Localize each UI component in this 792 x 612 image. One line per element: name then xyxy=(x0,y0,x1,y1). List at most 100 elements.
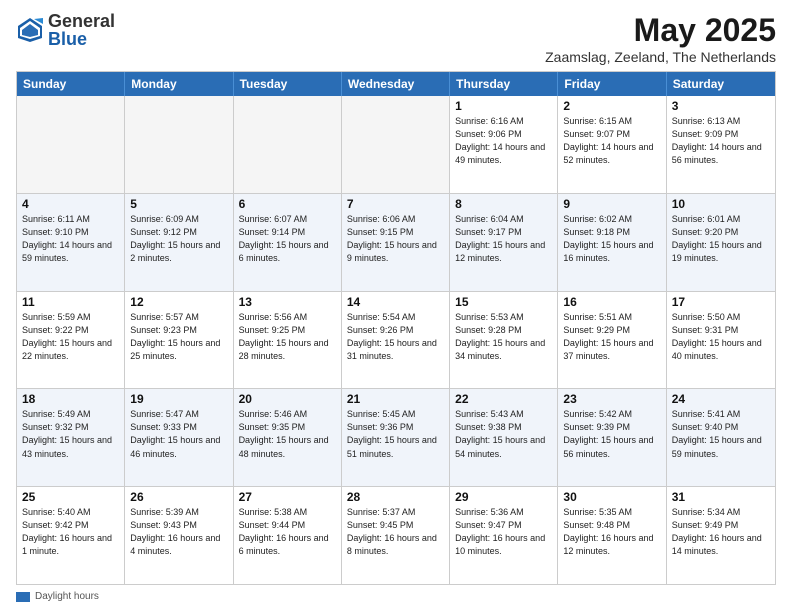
calendar-cell: 17 Sunrise: 5:50 AM Sunset: 9:31 PM Dayli… xyxy=(667,292,775,389)
cell-info: Sunrise: 5:40 AM Sunset: 9:42 PM Dayligh… xyxy=(22,506,119,558)
day-number: 10 xyxy=(672,197,770,211)
calendar-cell xyxy=(17,96,125,193)
day-number: 29 xyxy=(455,490,552,504)
calendar-cell: 18Sunrise: 5:49 AM Sunset: 9:32 PM Dayli… xyxy=(17,389,125,486)
cell-info: Sunrise: 5:41 AM Sunset: 9:40 PM Dayligh… xyxy=(672,408,770,460)
calendar-cell: 14Sunrise: 5:54 AM Sunset: 9:26 PM Dayli… xyxy=(342,292,450,389)
day-number: 28 xyxy=(347,490,444,504)
day-number: 27 xyxy=(239,490,336,504)
cell-info: Sunrise: 5:34 AM Sunset: 9:49 PM Dayligh… xyxy=(672,506,770,558)
logo-icon xyxy=(16,16,44,44)
cell-info: Sunrise: 5:38 AM Sunset: 9:44 PM Dayligh… xyxy=(239,506,336,558)
day-number: 15 xyxy=(455,295,552,309)
day-number: 23 xyxy=(563,392,660,406)
day-number: 8 xyxy=(455,197,552,211)
cell-info: Sunrise: 6:11 AM Sunset: 9:10 PM Dayligh… xyxy=(22,213,119,265)
cal-header-day: Monday xyxy=(125,72,233,96)
day-number: 26 xyxy=(130,490,227,504)
cell-info: Sunrise: 5:46 AM Sunset: 9:35 PM Dayligh… xyxy=(239,408,336,460)
logo: General Blue xyxy=(16,12,115,48)
day-number: 11 xyxy=(22,295,119,309)
cell-info: Sunrise: 5:53 AM Sunset: 9:28 PM Dayligh… xyxy=(455,311,552,363)
logo-text: General Blue xyxy=(48,12,115,48)
calendar-cell: 25 Sunrise: 5:40 AM Sunset: 9:42 PM Dayli… xyxy=(17,487,125,584)
cal-header-day: Wednesday xyxy=(342,72,450,96)
calendar-cell: 6 Sunrise: 6:07 AM Sunset: 9:14 PM Daylig… xyxy=(234,194,342,291)
cell-info: Sunrise: 5:42 AM Sunset: 9:39 PM Dayligh… xyxy=(563,408,660,460)
logo-general-text: General xyxy=(48,12,115,30)
calendar-cell: 22 Sunrise: 5:43 AM Sunset: 9:38 PM Dayli… xyxy=(450,389,558,486)
calendar-cell: 23 Sunrise: 5:42 AM Sunset: 9:39 PM Dayli… xyxy=(558,389,666,486)
day-number: 19 xyxy=(130,392,227,406)
calendar-cell: 12Sunrise: 5:57 AM Sunset: 9:23 PM Dayli… xyxy=(125,292,233,389)
cell-info: Sunrise: 6:06 AM Sunset: 9:15 PM Dayligh… xyxy=(347,213,444,265)
calendar-header: SundayMondayTuesdayWednesdayThursdayFrid… xyxy=(17,72,775,96)
calendar-cell: 30Sunrise: 5:35 AM Sunset: 9:48 PM Dayli… xyxy=(558,487,666,584)
day-number: 16 xyxy=(563,295,660,309)
calendar-cell: 16 Sunrise: 5:51 AM Sunset: 9:29 PM Dayli… xyxy=(558,292,666,389)
calendar-week-row: 4 Sunrise: 6:11 AM Sunset: 9:10 PM Daylig… xyxy=(17,193,775,291)
calendar-cell xyxy=(342,96,450,193)
calendar-cell: 3Sunrise: 6:13 AM Sunset: 9:09 PM Daylig… xyxy=(667,96,775,193)
calendar-cell: 2Sunrise: 6:15 AM Sunset: 9:07 PM Daylig… xyxy=(558,96,666,193)
cell-info: Sunrise: 5:50 AM Sunset: 9:31 PM Dayligh… xyxy=(672,311,770,363)
cell-info: Sunrise: 6:09 AM Sunset: 9:12 PM Dayligh… xyxy=(130,213,227,265)
calendar-cell: 20 Sunrise: 5:46 AM Sunset: 9:35 PM Dayli… xyxy=(234,389,342,486)
day-number: 9 xyxy=(563,197,660,211)
cal-header-day: Saturday xyxy=(667,72,775,96)
cell-info: Sunrise: 6:01 AM Sunset: 9:20 PM Dayligh… xyxy=(672,213,770,265)
calendar-cell: 5Sunrise: 6:09 AM Sunset: 9:12 PM Daylig… xyxy=(125,194,233,291)
calendar-week-row: 1 Sunrise: 6:16 AM Sunset: 9:06 PM Daylig… xyxy=(17,96,775,193)
footer: Daylight hours xyxy=(16,589,776,602)
calendar-cell: 27 Sunrise: 5:38 AM Sunset: 9:44 PM Dayli… xyxy=(234,487,342,584)
cell-info: Sunrise: 5:35 AM Sunset: 9:48 PM Dayligh… xyxy=(563,506,660,558)
calendar-cell: 15 Sunrise: 5:53 AM Sunset: 9:28 PM Dayli… xyxy=(450,292,558,389)
calendar-week-row: 18Sunrise: 5:49 AM Sunset: 9:32 PM Dayli… xyxy=(17,388,775,486)
cell-info: Sunrise: 5:51 AM Sunset: 9:29 PM Dayligh… xyxy=(563,311,660,363)
logo-blue-text: Blue xyxy=(48,30,115,48)
cal-header-day: Sunday xyxy=(17,72,125,96)
day-number: 7 xyxy=(347,197,444,211)
day-number: 20 xyxy=(239,392,336,406)
calendar-cell: 24 Sunrise: 5:41 AM Sunset: 9:40 PM Dayli… xyxy=(667,389,775,486)
calendar: SundayMondayTuesdayWednesdayThursdayFrid… xyxy=(16,71,776,585)
day-number: 4 xyxy=(22,197,119,211)
cell-info: Sunrise: 6:16 AM Sunset: 9:06 PM Dayligh… xyxy=(455,115,552,167)
cal-header-day: Thursday xyxy=(450,72,558,96)
cell-info: Sunrise: 6:04 AM Sunset: 9:17 PM Dayligh… xyxy=(455,213,552,265)
day-number: 22 xyxy=(455,392,552,406)
cal-header-day: Friday xyxy=(558,72,666,96)
day-number: 2 xyxy=(563,99,660,113)
daylight-swatch xyxy=(16,592,30,602)
cell-info: Sunrise: 5:39 AM Sunset: 9:43 PM Dayligh… xyxy=(130,506,227,558)
day-number: 31 xyxy=(672,490,770,504)
cell-info: Sunrise: 5:43 AM Sunset: 9:38 PM Dayligh… xyxy=(455,408,552,460)
month-title: May 2025 xyxy=(545,12,776,49)
calendar-cell: 10 Sunrise: 6:01 AM Sunset: 9:20 PM Dayli… xyxy=(667,194,775,291)
day-number: 1 xyxy=(455,99,552,113)
day-number: 12 xyxy=(130,295,227,309)
cell-info: Sunrise: 5:56 AM Sunset: 9:25 PM Dayligh… xyxy=(239,311,336,363)
cell-info: Sunrise: 5:54 AM Sunset: 9:26 PM Dayligh… xyxy=(347,311,444,363)
title-block: May 2025 Zaamslag, Zeeland, The Netherla… xyxy=(545,12,776,65)
cell-info: Sunrise: 6:02 AM Sunset: 9:18 PM Dayligh… xyxy=(563,213,660,265)
cell-info: Sunrise: 6:07 AM Sunset: 9:14 PM Dayligh… xyxy=(239,213,336,265)
day-number: 17 xyxy=(672,295,770,309)
cell-info: Sunrise: 5:36 AM Sunset: 9:47 PM Dayligh… xyxy=(455,506,552,558)
calendar-cell: 19 Sunrise: 5:47 AM Sunset: 9:33 PM Dayli… xyxy=(125,389,233,486)
calendar-cell: 26 Sunrise: 5:39 AM Sunset: 9:43 PM Dayli… xyxy=(125,487,233,584)
location: Zaamslag, Zeeland, The Netherlands xyxy=(545,49,776,65)
page: General Blue May 2025 Zaamslag, Zeeland,… xyxy=(0,0,792,612)
cell-info: Sunrise: 5:59 AM Sunset: 9:22 PM Dayligh… xyxy=(22,311,119,363)
calendar-cell: 8 Sunrise: 6:04 AM Sunset: 9:17 PM Daylig… xyxy=(450,194,558,291)
calendar-cell xyxy=(234,96,342,193)
cell-info: Sunrise: 5:45 AM Sunset: 9:36 PM Dayligh… xyxy=(347,408,444,460)
day-number: 24 xyxy=(672,392,770,406)
calendar-cell xyxy=(125,96,233,193)
day-number: 6 xyxy=(239,197,336,211)
day-number: 25 xyxy=(22,490,119,504)
calendar-cell: 11 Sunrise: 5:59 AM Sunset: 9:22 PM Dayli… xyxy=(17,292,125,389)
cell-info: Sunrise: 5:37 AM Sunset: 9:45 PM Dayligh… xyxy=(347,506,444,558)
cell-info: Sunrise: 5:47 AM Sunset: 9:33 PM Dayligh… xyxy=(130,408,227,460)
calendar-week-row: 11 Sunrise: 5:59 AM Sunset: 9:22 PM Dayli… xyxy=(17,291,775,389)
